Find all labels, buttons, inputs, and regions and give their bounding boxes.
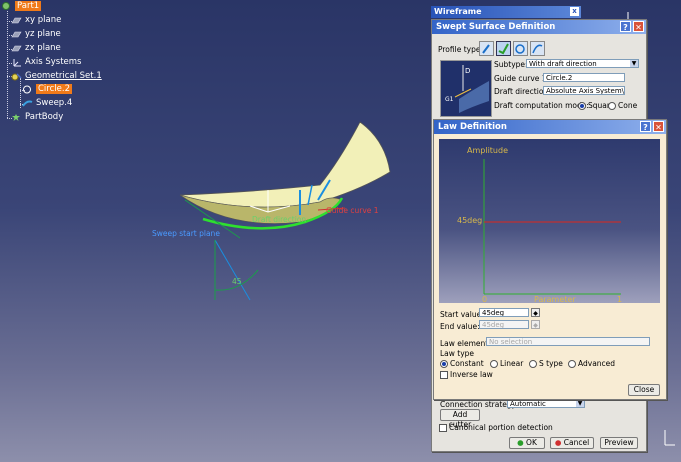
guide-curve-field-label: Guide curve 1: [494, 74, 550, 83]
inverse-law-checkbox[interactable]: Inverse law [440, 370, 493, 379]
swept-dialog-title: Swept Surface Definition ? ✕ [432, 20, 646, 34]
tick-0: 0 [482, 295, 487, 303]
guide-curve-input[interactable]: Circle.2 [543, 73, 625, 82]
subtype-preview-image: D G1 [440, 60, 492, 117]
close-icon[interactable]: x [570, 7, 579, 16]
canonical-portion-checkbox[interactable]: Canonical portion detection [439, 423, 553, 432]
connection-value: Automatic [510, 400, 546, 408]
law-chart: Amplitude 45deg 0 Parameter 1 [439, 139, 660, 303]
close-button[interactable]: Close [628, 384, 660, 396]
checkbox-icon [440, 371, 448, 379]
close-icon[interactable]: ✕ [633, 21, 644, 32]
ok-text: OK [526, 438, 537, 447]
help-icon[interactable]: ? [620, 21, 631, 32]
connection-strategy-select[interactable]: Automatic ▼ [507, 399, 585, 408]
value-label: 45deg [457, 216, 482, 225]
wireframe-title: Wireframe [434, 7, 482, 16]
draft-mode-label: Draft computation mode: [494, 101, 589, 110]
wireframe-toolbar[interactable]: Wireframe x [431, 6, 581, 18]
preview-label-g1: G1 [445, 96, 454, 103]
profile-line-icon[interactable] [496, 41, 511, 56]
spinner-icon[interactable]: ◆ [531, 308, 540, 317]
ok-button[interactable]: ● OK [509, 437, 545, 449]
law-element-label: Law element: [440, 339, 491, 348]
parameter-label: Parameter [534, 295, 576, 303]
profile-conic-icon[interactable] [530, 41, 545, 56]
mode-cone-radio[interactable]: Cone [608, 101, 637, 110]
end-value-input[interactable]: 45deg [479, 320, 529, 329]
cancel-icon: ● [554, 438, 562, 447]
law-type-text: Linear [500, 359, 524, 368]
chevron-down-icon[interactable]: ▼ [630, 60, 638, 67]
subtype-value: With draft direction [529, 60, 597, 68]
help-icon[interactable]: ? [640, 121, 651, 132]
inverse-law-text: Inverse law [450, 370, 493, 379]
guide-curve-label: Guide curve 1 [326, 206, 379, 215]
law-type-advanced[interactable]: Advanced [568, 359, 615, 368]
add-cutter-button[interactable]: Add cutter [440, 409, 480, 429]
profile-circle-icon[interactable] [513, 41, 528, 56]
angle-label: 45 [232, 277, 242, 286]
law-title-text: Law Definition [438, 122, 507, 132]
subtype-label: Subtype: [494, 60, 528, 69]
law-type-text: S type [539, 359, 563, 368]
chevron-down-icon[interactable]: ▼ [576, 400, 584, 407]
start-value-label: Start value: [440, 310, 484, 319]
profile-type-buttons [479, 41, 545, 56]
amplitude-label: Amplitude [467, 146, 508, 155]
start-value-input[interactable]: 45deg [479, 308, 529, 317]
radio-icon [568, 360, 576, 368]
cancel-text: Cancel [563, 438, 590, 447]
close-icon[interactable]: ✕ [653, 121, 664, 132]
preview-button[interactable]: Preview [600, 437, 638, 449]
preview-label-d: D [465, 67, 470, 75]
law-type-s-type[interactable]: S type [529, 359, 563, 368]
law-type-text: Constant [450, 359, 484, 368]
ok-icon: ● [517, 438, 524, 447]
radio-selected-icon [440, 360, 448, 368]
checkbox-icon [439, 424, 447, 432]
radio-icon [490, 360, 498, 368]
law-type-label: Law type [440, 349, 475, 358]
sweep-start-plane-label: Sweep start plane [152, 229, 220, 238]
tick-1: 1 [617, 295, 622, 303]
radio-selected-icon [578, 102, 586, 110]
mode-cone-text: Cone [618, 101, 638, 110]
law-element-input[interactable]: No selection [486, 337, 650, 346]
law-type-linear[interactable]: Linear [490, 359, 523, 368]
draft-direction-input[interactable]: Absolute Axis System\Z [543, 86, 625, 95]
subtype-select[interactable]: With draft direction ▼ [526, 59, 639, 68]
profile-type-label: Profile type: [438, 45, 483, 54]
law-type-constant[interactable]: Constant [440, 359, 484, 368]
profile-explicit-icon[interactable] [479, 41, 494, 56]
law-dialog-title: Law Definition ? ✕ [434, 120, 666, 134]
law-definition-dialog: Law Definition ? ✕ Amplitude 45deg 0 Par… [433, 119, 667, 400]
swept-title-text: Swept Surface Definition [436, 22, 556, 32]
cancel-button[interactable]: ● Cancel [550, 437, 594, 449]
law-type-text: Advanced [578, 359, 616, 368]
draft-direction-label: Draft direction [252, 215, 307, 224]
canonical-text: Canonical portion detection [449, 423, 553, 432]
end-value-label: End value: [440, 322, 480, 331]
radio-icon [608, 102, 616, 110]
radio-icon [529, 360, 537, 368]
spinner-icon[interactable]: ◆ [531, 320, 540, 329]
